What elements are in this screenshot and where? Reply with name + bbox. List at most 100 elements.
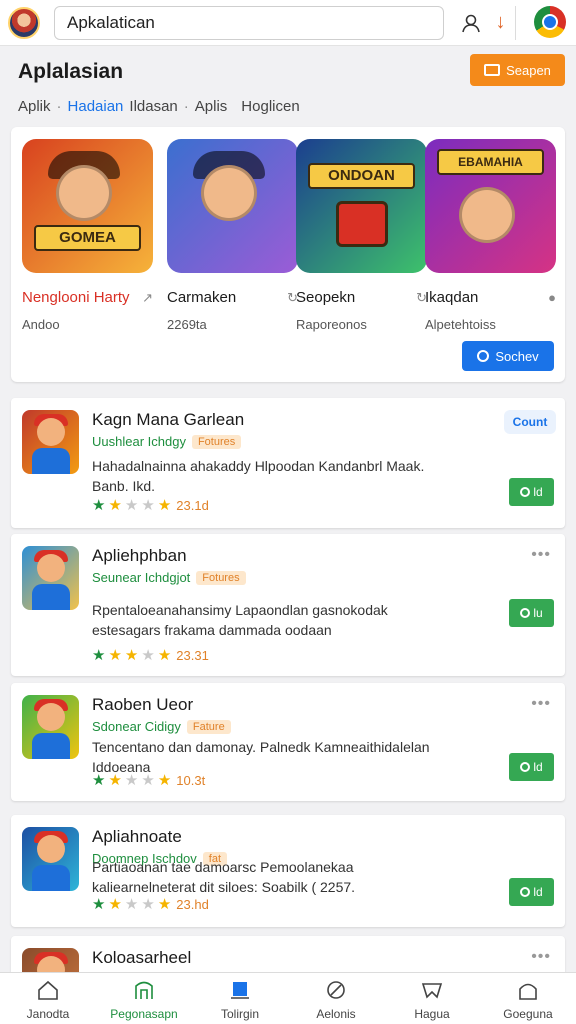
- more-options-icon[interactable]: •••: [531, 948, 551, 966]
- star-icon: ★: [157, 772, 172, 789]
- app-list-item[interactable]: Apliahnoate Doomnep Ischdov fat Partiaoanan…: [11, 815, 565, 927]
- install-button[interactable]: ld: [509, 753, 554, 781]
- star-icon: ★: [92, 497, 106, 514]
- info-icon[interactable]: ●: [548, 290, 556, 305]
- user-icon[interactable]: [456, 8, 486, 38]
- breadcrumb-item[interactable]: Aplis: [195, 98, 228, 115]
- breadcrumb-item-active[interactable]: Hadaian: [68, 98, 124, 115]
- app-tag: Fotures: [191, 434, 242, 449]
- star-icon: ★: [124, 896, 139, 913]
- nav-item-home[interactable]: Janodta: [0, 973, 96, 1024]
- nav-item-label: Goeguna: [503, 1007, 553, 1021]
- count-badge[interactable]: Count: [504, 410, 556, 434]
- app-rating: ★ ★ ★ ★ ★ 23.31: [92, 646, 209, 664]
- star-icon: ★: [157, 647, 172, 664]
- featured-tile[interactable]: EBAMAHIA Ikaqdan ● Alpetehtoiss: [425, 139, 556, 332]
- breadcrumb-item[interactable]: Aplik: [18, 98, 51, 115]
- featured-search-button[interactable]: Sochev: [462, 341, 554, 371]
- app-tag: Fature: [186, 719, 231, 734]
- featured-card: GOMEA Nenglooni Harty ↗ Andoo Carmaken ↻…: [11, 127, 565, 382]
- star-icon: ★: [108, 896, 122, 913]
- featured-tile[interactable]: ONDOAN Seopekn ↻ Raporeonos: [296, 139, 427, 332]
- search-input[interactable]: Apkalatican: [54, 5, 444, 40]
- app-description: Partiaoanan tae damoarsc Pemoolanekaa ka…: [92, 859, 356, 895]
- breadcrumb: Aplik · Hadaian Ildasan · Aplis Hoglicen: [18, 98, 300, 115]
- nav-item-label: Pegonasapn: [110, 1007, 178, 1021]
- app-developer: Sdonear Cidigy Fature: [92, 719, 231, 734]
- featured-tile-name: Nenglooni Harty: [22, 289, 130, 306]
- header-action-button[interactable]: Seapen: [470, 54, 565, 86]
- app-rating: ★ ★ ★ ★ ★ 23.1d: [92, 496, 209, 514]
- install-icon: [520, 608, 531, 618]
- install-label: ld: [533, 885, 543, 899]
- star-icon: ★: [141, 647, 155, 664]
- featured-tile[interactable]: GOMEA Nenglooni Harty ↗ Andoo: [22, 139, 153, 332]
- featured-tile-art: [167, 139, 298, 273]
- breadcrumb-item[interactable]: Ildasan: [129, 98, 177, 115]
- app-list-item[interactable]: Raoben Ueor Sdonear Cidigy Fature Tencentan…: [11, 683, 565, 801]
- edit-icon: [324, 979, 348, 1001]
- apps-icon: [132, 979, 156, 1001]
- featured-search-label: Sochev: [495, 348, 539, 364]
- app-list-item[interactable]: Kagn Mana Garlean Uushlear Ichdgy Fotures H…: [11, 398, 565, 528]
- install-button[interactable]: lu: [509, 599, 554, 627]
- search-icon: [477, 350, 490, 362]
- star-icon: ★: [124, 772, 139, 789]
- featured-tile-sub: Raporeonos: [296, 317, 367, 332]
- app-list-item[interactable]: Apliehphban Seunear Ichdgjot Fotures Rpenta…: [11, 534, 565, 676]
- star-icon: ★: [92, 647, 106, 664]
- featured-tile-art-text: ONDOAN: [308, 163, 415, 189]
- avatar[interactable]: [8, 6, 40, 39]
- profile-icon: [516, 979, 540, 1001]
- header-action-label: Seapen: [506, 62, 551, 78]
- nav-item-library[interactable]: Tolirgin: [192, 973, 288, 1024]
- featured-tile-art: EBAMAHIA: [425, 139, 556, 273]
- rating-value: 23.hd: [176, 896, 209, 912]
- share-icon[interactable]: ↗: [142, 290, 153, 306]
- star-icon: ★: [92, 896, 106, 913]
- featured-tile-art-text: EBAMAHIA: [437, 149, 544, 175]
- app-title[interactable]: Kagn Mana Garlean: [92, 410, 244, 430]
- breadcrumb-item[interactable]: Hoglicen: [241, 98, 299, 115]
- app-title[interactable]: Apliehphban: [92, 546, 187, 566]
- app-title[interactable]: Apliahnoate: [92, 827, 182, 847]
- more-options-icon[interactable]: •••: [531, 546, 551, 564]
- featured-tile-art-text: GOMEA: [34, 225, 141, 251]
- app-developer-name: Uushlear Ichdgy: [92, 434, 186, 449]
- more-options-icon[interactable]: •••: [531, 695, 551, 713]
- install-icon: [520, 487, 531, 497]
- chrome-icon[interactable]: [534, 6, 566, 38]
- install-button[interactable]: ld: [509, 878, 554, 906]
- star-icon: ★: [108, 772, 122, 789]
- app-title[interactable]: Raoben Ueor: [92, 695, 193, 715]
- download-icon[interactable]: ↓: [486, 5, 516, 40]
- install-label: ld: [533, 485, 543, 499]
- nav-item-profile[interactable]: Goeguna: [480, 973, 576, 1024]
- app-developer-name: Sdonear Cidigy: [92, 719, 181, 734]
- install-icon: [520, 762, 531, 772]
- breadcrumb-separator: ·: [56, 98, 62, 115]
- nav-item-label: Aelonis: [316, 1007, 356, 1021]
- nav-item-mail[interactable]: Hagua: [384, 973, 480, 1024]
- app-title[interactable]: Koloasarheel: [92, 948, 191, 968]
- star-icon: ★: [141, 772, 155, 789]
- featured-tile-sub: Andoo: [22, 317, 60, 332]
- app-icon: [22, 695, 79, 759]
- rating-value: 10.3t: [176, 772, 206, 788]
- library-icon: [228, 979, 252, 1001]
- nav-item-apps[interactable]: Pegonasapn: [96, 973, 192, 1024]
- nav-item-edit[interactable]: Aelonis: [288, 973, 384, 1024]
- app-developer-name: Seunear Ichdgjot: [92, 570, 191, 585]
- featured-tile[interactable]: Carmaken ↻ 2269ta: [167, 139, 298, 332]
- install-label: lu: [533, 606, 543, 620]
- install-button[interactable]: ld: [509, 478, 554, 506]
- featured-tile-name: Seopekn: [296, 289, 356, 306]
- breadcrumb-separator: ·: [183, 98, 189, 115]
- app-rating: ★ ★ ★ ★ ★ 23.hd: [92, 895, 209, 913]
- star-icon: ★: [157, 896, 172, 913]
- star-icon: ★: [157, 497, 172, 514]
- top-bar: Apkalatican ↓: [0, 0, 576, 46]
- home-icon: [36, 979, 60, 1001]
- star-icon: ★: [108, 647, 122, 664]
- nav-item-label: Tolirgin: [220, 1007, 259, 1021]
